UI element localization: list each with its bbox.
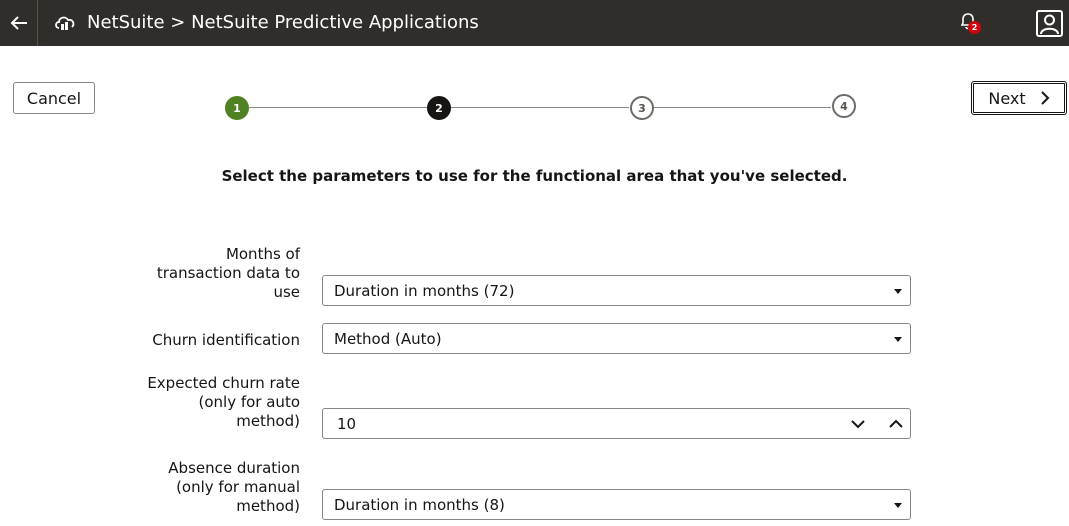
absence-duration-label: Absence duration (only for manual method…: [168, 459, 300, 515]
churn-identification-select[interactable]: Method (Auto): [322, 323, 911, 354]
churn-rate-input[interactable]: 10: [322, 408, 911, 439]
next-button[interactable]: Next: [971, 81, 1067, 115]
cancel-button[interactable]: Cancel: [13, 82, 95, 114]
caret-down-icon: [894, 289, 902, 294]
months-value: Duration in months (72): [334, 281, 515, 300]
caret-down-icon: [894, 503, 902, 508]
train-connector: [249, 107, 427, 108]
back-button[interactable]: [0, 0, 38, 46]
chevron-down-icon[interactable]: [849, 415, 867, 433]
page-title: NetSuite > NetSuite Predictive Applicati…: [87, 12, 479, 33]
app-header: NetSuite > NetSuite Predictive Applicati…: [0, 0, 1069, 46]
instruction-text: Select the parameters to use for the fun…: [221, 167, 848, 185]
notifications-button[interactable]: 2: [956, 11, 984, 37]
churn-identification-value: Method (Auto): [334, 329, 442, 348]
chevron-right-icon: [1040, 91, 1050, 105]
user-icon: [1036, 10, 1063, 37]
back-arrow-icon: [10, 16, 27, 30]
next-label: Next: [988, 88, 1026, 108]
caret-down-icon: [894, 337, 902, 342]
months-label: Months of transaction data to use: [156, 245, 300, 301]
chevron-up-icon[interactable]: [887, 415, 905, 433]
user-profile-button[interactable]: [1036, 10, 1063, 37]
train-connector: [451, 107, 629, 108]
months-select[interactable]: Duration in months (72): [322, 275, 911, 306]
train-step-4[interactable]: 4: [832, 94, 856, 118]
churn-identification-label: Churn identification: [152, 331, 300, 349]
churn-rate-label: Expected churn rate (only for auto metho…: [147, 374, 300, 430]
train-connector: [653, 107, 831, 108]
absence-duration-select[interactable]: Duration in months (8): [322, 489, 911, 520]
churn-rate-value: 10: [337, 414, 357, 433]
train-step-3[interactable]: 3: [630, 96, 654, 120]
train-step-1[interactable]: 1: [225, 96, 249, 120]
train-step-2[interactable]: 2: [427, 96, 451, 120]
notification-count-badge: 2: [968, 21, 981, 34]
absence-duration-value: Duration in months (8): [334, 495, 505, 514]
cloud-icon: [55, 16, 75, 30]
